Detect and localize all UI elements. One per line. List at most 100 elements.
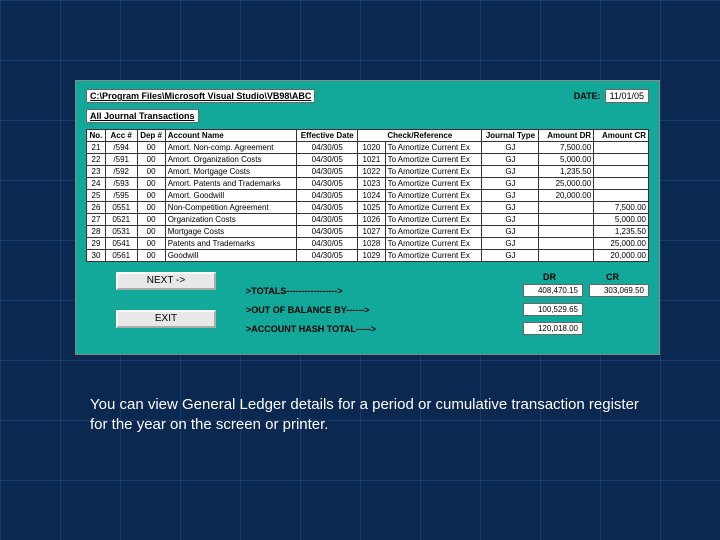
panel-subtitle: All Journal Transactions	[86, 109, 199, 123]
transactions-table: No. Acc # Dep # Account Name Effective D…	[86, 129, 649, 262]
cr-header: CR	[606, 272, 619, 282]
cell-dep: 00	[137, 250, 165, 262]
cell-jt: GJ	[482, 166, 539, 178]
cell-cr	[594, 166, 649, 178]
col-dep: Dep #	[137, 130, 165, 142]
col-dr: Amount DR	[539, 130, 594, 142]
header-row: C:\Program Files\Microsoft Visual Studio…	[86, 89, 649, 103]
cell-cr	[594, 154, 649, 166]
cell-check: 1028	[358, 238, 385, 250]
oob-label: >OUT OF BALANCE BY------>	[246, 305, 517, 315]
col-edate: Effective Date	[297, 130, 358, 142]
cell-check: 1029	[358, 250, 385, 262]
cell-dr	[539, 214, 594, 226]
cell-acc: 0531	[105, 226, 137, 238]
cell-no: 21	[87, 142, 106, 154]
cell-cr	[594, 142, 649, 154]
col-name: Account Name	[165, 130, 297, 142]
cell-no: 23	[87, 166, 106, 178]
cell-cr: 1,235.50	[594, 226, 649, 238]
cell-dr	[539, 226, 594, 238]
dr-header: DR	[543, 272, 556, 282]
cell-edate: 04/30/05	[297, 154, 358, 166]
table-header-row: No. Acc # Dep # Account Name Effective D…	[87, 130, 649, 142]
cell-no: 25	[87, 190, 106, 202]
below-table: NEXT -> EXIT DR CR >TOTALS--------------…	[86, 272, 649, 348]
cell-dep: 00	[137, 166, 165, 178]
cell-acc: /593	[105, 178, 137, 190]
cell-edate: 04/30/05	[297, 166, 358, 178]
col-cr: Amount CR	[594, 130, 649, 142]
cell-no: 28	[87, 226, 106, 238]
cell-edate: 04/30/05	[297, 214, 358, 226]
cell-no: 26	[87, 202, 106, 214]
table-row: 24/59300Amort. Patents and Trademarks04/…	[87, 178, 649, 190]
exit-button[interactable]: EXIT	[116, 310, 216, 328]
col-jt: Journal Type	[482, 130, 539, 142]
table-row: 29054100Patents and Trademarks04/30/0510…	[87, 238, 649, 250]
cell-edate: 04/30/05	[297, 250, 358, 262]
table-row: 25/59500Amort. Goodwill04/30/051024To Am…	[87, 190, 649, 202]
cell-acc: /591	[105, 154, 137, 166]
cell-name: Amort. Mortgage Costs	[165, 166, 297, 178]
cell-reference: To Amortize Current Ex	[385, 202, 482, 214]
col-acc: Acc #	[105, 130, 137, 142]
cell-name: Amort. Organization Costs	[165, 154, 297, 166]
cell-cr	[594, 190, 649, 202]
col-no: No.	[87, 130, 106, 142]
totals-label: >TOTALS----------------->	[246, 286, 517, 296]
cell-name: Patents and Trademarks	[165, 238, 297, 250]
cell-jt: GJ	[482, 214, 539, 226]
totals-dr: 408,470.15	[523, 284, 583, 297]
cell-acc: 0521	[105, 214, 137, 226]
table-row: 28053100Mortgage Costs04/30/051027To Amo…	[87, 226, 649, 238]
cell-check: 1027	[358, 226, 385, 238]
cell-name: Organization Costs	[165, 214, 297, 226]
file-path: C:\Program Files\Microsoft Visual Studio…	[86, 89, 315, 103]
oob-row: >OUT OF BALANCE BY------> 100,529.65	[246, 303, 649, 316]
cell-acc: /594	[105, 142, 137, 154]
cell-dr	[539, 202, 594, 214]
col-checkref: Check/Reference	[358, 130, 482, 142]
table-row: 30056100Goodwill04/30/051029To Amortize …	[87, 250, 649, 262]
cell-name: Amort. Patents and Trademarks	[165, 178, 297, 190]
cell-no: 24	[87, 178, 106, 190]
cell-acc: 0541	[105, 238, 137, 250]
cell-cr	[594, 178, 649, 190]
cell-no: 30	[87, 250, 106, 262]
cell-dep: 00	[137, 202, 165, 214]
next-button[interactable]: NEXT ->	[116, 272, 216, 290]
cell-check: 1022	[358, 166, 385, 178]
cell-reference: To Amortize Current Ex	[385, 214, 482, 226]
cell-name: Goodwill	[165, 250, 297, 262]
date-label: DATE:	[574, 91, 601, 101]
buttons-area: NEXT -> EXIT	[86, 272, 246, 348]
cell-edate: 04/30/05	[297, 202, 358, 214]
table-row: 26055100Non-Competition Agreement04/30/0…	[87, 202, 649, 214]
cell-jt: GJ	[482, 142, 539, 154]
cell-dr	[539, 238, 594, 250]
cell-cr: 7,500.00	[594, 202, 649, 214]
cell-check: 1024	[358, 190, 385, 202]
cell-acc: 0561	[105, 250, 137, 262]
cell-no: 22	[87, 154, 106, 166]
table-row: 21/59400Amort. Non-comp. Agreement04/30/…	[87, 142, 649, 154]
totals-cr: 303,069.50	[589, 284, 649, 297]
cell-reference: To Amortize Current Ex	[385, 190, 482, 202]
hash-label: >ACCOUNT HASH TOTAL----->	[246, 324, 517, 334]
cell-dep: 00	[137, 226, 165, 238]
totals-row: >TOTALS-----------------> 408,470.15 303…	[246, 284, 649, 297]
cell-edate: 04/30/05	[297, 190, 358, 202]
cell-edate: 04/30/05	[297, 142, 358, 154]
cell-jt: GJ	[482, 202, 539, 214]
cell-reference: To Amortize Current Ex	[385, 154, 482, 166]
cell-reference: To Amortize Current Ex	[385, 166, 482, 178]
cell-dep: 00	[137, 178, 165, 190]
cell-dr: 20,000.00	[539, 190, 594, 202]
cell-dep: 00	[137, 238, 165, 250]
cell-no: 27	[87, 214, 106, 226]
cell-jt: GJ	[482, 250, 539, 262]
journal-panel: C:\Program Files\Microsoft Visual Studio…	[75, 80, 660, 355]
cell-dep: 00	[137, 214, 165, 226]
table-row: 27052100Organization Costs04/30/051026To…	[87, 214, 649, 226]
